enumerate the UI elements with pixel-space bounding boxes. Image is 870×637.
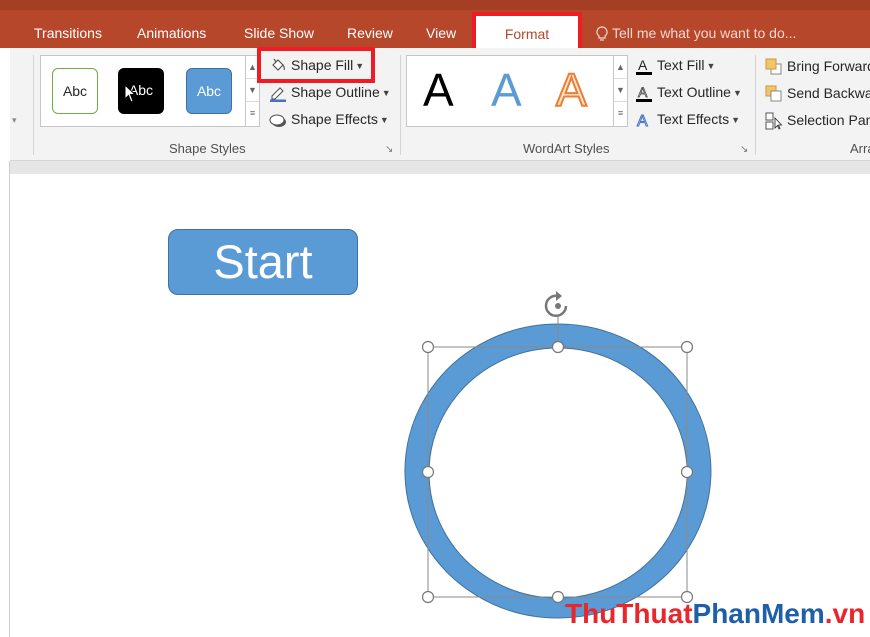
group-separator bbox=[33, 55, 34, 155]
resize-handle[interactable] bbox=[421, 465, 435, 479]
gallery-more-icon[interactable]: ≡ bbox=[246, 102, 259, 125]
ring-shape-selected[interactable] bbox=[380, 290, 720, 625]
resize-handle[interactable] bbox=[551, 340, 565, 354]
chevron-down-icon: ▼ bbox=[381, 88, 391, 99]
dialog-launcher-icon[interactable]: ↘ bbox=[740, 144, 748, 155]
tab-slide-show[interactable]: Slide Show bbox=[244, 22, 314, 44]
resize-handle[interactable] bbox=[551, 590, 565, 604]
text-outline-label: Text Outline bbox=[657, 84, 731, 100]
scroll-up-icon[interactable]: ▲ bbox=[614, 56, 627, 79]
scroll-down-icon[interactable]: ▼ bbox=[614, 79, 627, 102]
bring-forward-button[interactable]: Bring Forward bbox=[765, 55, 870, 77]
svg-text:A: A bbox=[638, 84, 648, 100]
rotate-handle-icon[interactable] bbox=[544, 291, 568, 318]
selection-pane-icon bbox=[765, 112, 783, 130]
wordart-style-orange-outline[interactable]: A bbox=[555, 62, 588, 118]
tell-me-search[interactable]: Tell me what you want to do... bbox=[596, 22, 796, 44]
watermark-logo: ThuThuatPhanMem.vn bbox=[565, 597, 865, 631]
text-effects-label: Text Effects bbox=[657, 111, 730, 127]
send-backward-button[interactable]: Send Backward bbox=[765, 82, 870, 104]
resize-handle[interactable] bbox=[680, 340, 694, 354]
wordart-style-black[interactable]: A bbox=[423, 62, 454, 118]
text-effects-button[interactable]: A Text Effects ▼ bbox=[635, 108, 741, 131]
wordart-styles-group-label: WordArt Styles bbox=[523, 141, 610, 156]
group-separator bbox=[400, 55, 401, 155]
watermark-part2: PhanMem bbox=[692, 598, 825, 629]
svg-text:A: A bbox=[638, 57, 648, 73]
shape-effects-button[interactable]: Shape Effects ▼ bbox=[269, 108, 389, 130]
svg-text:A: A bbox=[637, 113, 648, 129]
dialog-launcher-icon[interactable]: ↘ bbox=[385, 144, 393, 155]
start-shape[interactable]: Start bbox=[168, 229, 358, 295]
shape-effects-label: Shape Effects bbox=[291, 111, 378, 127]
send-backward-label: Send Backward bbox=[787, 85, 870, 101]
text-effects-icon: A bbox=[635, 111, 653, 131]
shape-outline-label: Shape Outline bbox=[291, 84, 380, 100]
gallery-more-icon[interactable]: ≡ bbox=[614, 102, 627, 125]
pencil-icon bbox=[269, 84, 287, 103]
shape-style-swatch-blue[interactable]: Abc bbox=[186, 68, 232, 114]
text-outline-button[interactable]: A Text Outline ▼ bbox=[635, 81, 742, 103]
watermark-part1: ThuThuat bbox=[565, 598, 693, 629]
wordart-styles-scroll[interactable]: ▲ ▼ ≡ bbox=[613, 56, 627, 126]
resize-handle[interactable] bbox=[421, 590, 435, 604]
tab-format-label: Format bbox=[504, 26, 550, 42]
tab-animations[interactable]: Animations bbox=[137, 22, 206, 44]
collapsed-group-arrow-icon[interactable]: ▾ bbox=[12, 115, 17, 126]
watermark-part3: .vn bbox=[824, 598, 866, 629]
chevron-down-icon: ▼ bbox=[732, 88, 742, 99]
shape-effects-icon bbox=[269, 111, 287, 129]
chevron-down-icon: ▼ bbox=[706, 61, 716, 72]
donut-shape[interactable] bbox=[404, 323, 712, 619]
arrange-group-label: Arrange bbox=[850, 141, 870, 156]
tab-review[interactable]: Review bbox=[347, 22, 393, 44]
group-separator bbox=[755, 55, 756, 155]
bring-forward-label: Bring Forward bbox=[787, 58, 870, 74]
chevron-down-icon: ▼ bbox=[379, 115, 389, 126]
selection-pane-button[interactable]: Selection Pane bbox=[765, 109, 870, 131]
tell-me-text: Tell me what you want to do... bbox=[612, 25, 797, 41]
text-fill-button[interactable]: A Text Fill ▼ bbox=[635, 54, 715, 76]
left-margin-line bbox=[9, 161, 10, 637]
shape-fill-highlight-box bbox=[257, 47, 375, 83]
shape-styles-group-label: Shape Styles bbox=[169, 141, 246, 156]
ribbon-bottom-strip bbox=[10, 161, 870, 174]
wordart-style-blue[interactable]: A bbox=[491, 62, 522, 118]
lightbulb-icon bbox=[596, 26, 608, 42]
mouse-cursor-icon bbox=[124, 83, 138, 109]
text-fill-icon: A bbox=[635, 57, 653, 76]
wordart-styles-gallery: A A A ▲ ▼ ≡ bbox=[406, 55, 628, 127]
shape-outline-button[interactable]: Shape Outline ▼ bbox=[269, 81, 391, 103]
selection-pane-label: Selection Pane bbox=[787, 112, 870, 128]
chevron-down-icon: ▼ bbox=[731, 115, 741, 126]
resize-handle[interactable] bbox=[421, 340, 435, 354]
tab-view[interactable]: View bbox=[426, 22, 456, 44]
shape-style-swatch-outline[interactable]: Abc bbox=[52, 68, 98, 114]
ribbon-tab-bar: Transitions Animations Slide Show Review… bbox=[0, 0, 870, 48]
text-fill-label: Text Fill bbox=[657, 57, 705, 73]
bring-forward-icon bbox=[765, 58, 783, 76]
resize-handle[interactable] bbox=[680, 465, 694, 479]
title-bar-strip bbox=[0, 0, 870, 10]
send-backward-icon bbox=[765, 85, 783, 103]
text-outline-icon: A bbox=[635, 84, 653, 103]
shape-styles-gallery: Abc Abc Abc ▲ ▼ ≡ bbox=[40, 55, 260, 127]
tab-transitions[interactable]: Transitions bbox=[34, 22, 102, 44]
